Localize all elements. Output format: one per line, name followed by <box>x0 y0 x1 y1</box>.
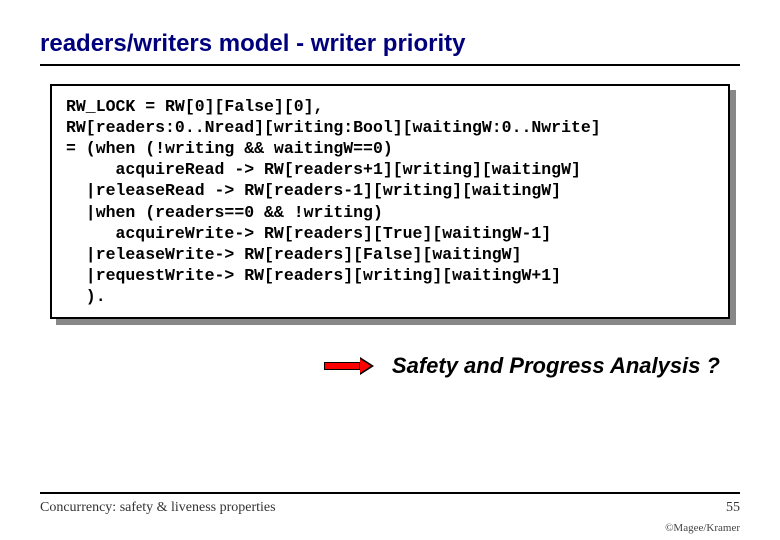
code-box: RW_LOCK = RW[0][False][0], RW[readers:0.… <box>50 84 730 319</box>
footer: Concurrency: safety & liveness propertie… <box>40 492 740 516</box>
code-box-container: RW_LOCK = RW[0][False][0], RW[readers:0.… <box>50 84 730 319</box>
copyright: ©Magee/Kramer <box>665 522 740 534</box>
page-number: 55 <box>726 500 740 516</box>
slide: readers/writers model - writer priority … <box>0 0 780 540</box>
slide-title: readers/writers model - writer priority <box>40 30 740 66</box>
callout-text: Safety and Progress Analysis ? <box>392 353 720 379</box>
footer-left: Concurrency: safety & liveness propertie… <box>40 500 276 516</box>
arrow-icon <box>324 359 374 373</box>
callout-row: Safety and Progress Analysis ? <box>40 353 740 379</box>
